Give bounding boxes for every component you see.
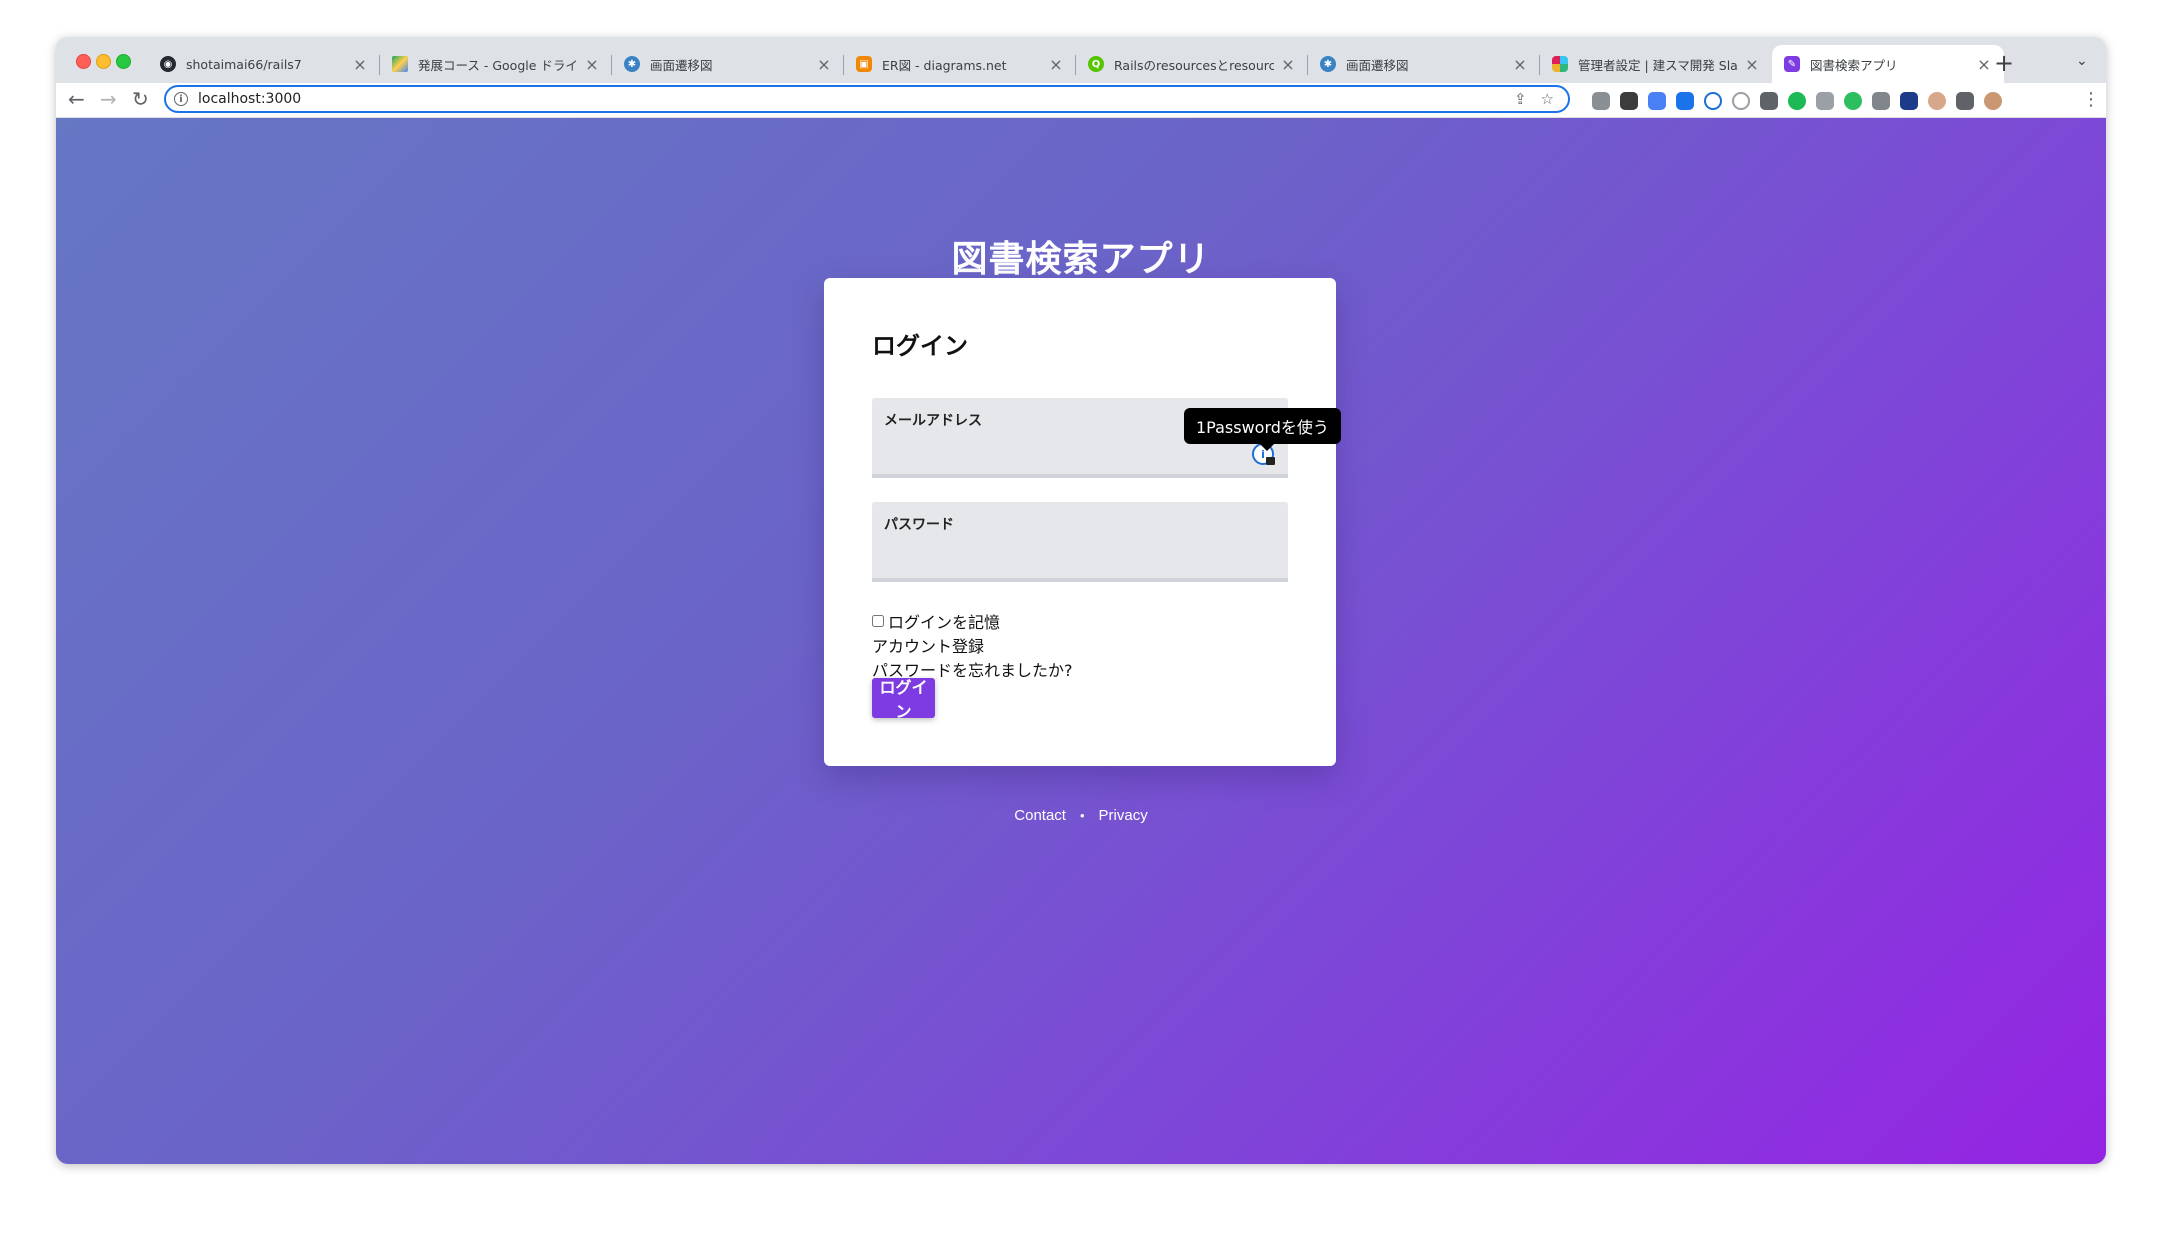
close-icon[interactable]: × [1280,55,1296,74]
translate-extension-icon[interactable] [1648,92,1666,110]
qr-extension-icon[interactable] [1760,92,1778,110]
tab-search-icon[interactable]: ⌄ [2076,53,2088,69]
email-input[interactable] [884,440,1248,468]
slack-icon [1552,56,1568,72]
new-tab-button[interactable]: + [1994,49,2014,77]
browser-window: ◉ shotaimai66/rails7 × 発展コース - Google ドラ… [56,37,2106,1164]
extensions-bar [1592,91,2002,111]
close-icon[interactable]: × [352,55,368,74]
close-icon[interactable]: × [816,55,832,74]
close-icon[interactable]: × [1512,55,1528,74]
diagram-icon: ✱ [624,56,640,72]
browser-toolbar: ← → ↻ i localhost:3000 ⇪ ☆ ⋮ [56,83,2106,118]
google-drive-icon [392,56,408,72]
close-icon[interactable]: × [1976,55,1992,74]
onepassword-extension-icon[interactable] [1704,92,1722,110]
site-info-icon[interactable]: i [174,92,188,106]
page-content: 図書検索アプリ ログイン メールアドレス i 1Passwordを使う パスワー… [56,118,2106,1164]
footer: Contact • Privacy [56,807,2106,824]
minimize-window-button[interactable] [96,54,111,69]
menu-kebab-icon[interactable]: ⋮ [2082,89,2100,110]
tab-book-search-app[interactable]: ✎ 図書検索アプリ × [1772,45,2004,83]
face-extension-icon[interactable] [1928,92,1946,110]
privacy-link[interactable]: Privacy [1099,807,1148,824]
tab-qiita[interactable]: Q Railsのresourcesとresourceの × [1076,45,1308,83]
tab-slack[interactable]: 管理者設定 | 建スマ開発 Slack × [1540,45,1772,83]
profile-avatar[interactable] [1984,92,2002,110]
copy-extension-icon[interactable] [1872,92,1890,110]
spotify-extension-icon[interactable] [1788,92,1806,110]
puzzle-extensions-icon[interactable] [1956,92,1974,110]
email-label: メールアドレス [884,413,982,429]
forward-icon[interactable]: → [100,87,117,111]
address-bar[interactable]: i localhost:3000 ⇪ ☆ [164,85,1570,113]
vue-extension-icon[interactable] [1816,92,1834,110]
tab-google-drive[interactable]: 発展コース - Google ドライブ × [380,45,612,83]
tab-strip: ◉ shotaimai66/rails7 × 発展コース - Google ドラ… [56,37,2106,83]
diagram-icon: ✱ [1320,56,1336,72]
app-title: 図書検索アプリ [951,239,1211,280]
tab-screen-transition-2[interactable]: ✱ 画面遷移図 × [1308,45,1540,83]
bookmark-star-icon[interactable]: ☆ [1541,90,1554,108]
password-input[interactable] [884,544,1248,572]
onepassword-tooltip: 1Passwordを使う [1184,408,1341,451]
login-card: ログイン メールアドレス i 1Passwordを使う パスワード ログインを記… [824,278,1341,766]
footer-separator: • [1079,808,1085,823]
github-icon: ◉ [160,56,176,72]
incognito-extension-icon[interactable] [1620,92,1638,110]
login-button[interactable]: ログイン [872,678,935,721]
camera-extension-icon[interactable] [1592,92,1610,110]
qiita-icon: Q [1088,56,1104,72]
lock-icon [1266,457,1275,465]
close-window-button[interactable] [76,54,91,69]
tab-github[interactable]: ◉ shotaimai66/rails7 × [148,45,380,83]
share-icon[interactable]: ⇪ [1514,90,1527,108]
contact-link[interactable]: Contact [1014,807,1066,824]
password-label: パスワード [884,517,954,533]
remember-checkbox[interactable] [872,615,884,627]
remember-label: ログインを記憶 [888,613,1001,632]
back-icon[interactable]: ← [68,87,85,111]
password-field[interactable]: パスワード [872,502,1288,582]
drawio-icon: ▣ [856,56,872,72]
close-icon[interactable]: × [1744,55,1760,74]
close-icon[interactable]: × [584,55,600,74]
tab-screen-transition[interactable]: ✱ 画面遷移図 × [612,45,844,83]
tab-er-diagram[interactable]: ▣ ER図 - diagrams.net × [844,45,1076,83]
p-extension-icon[interactable] [1900,92,1918,110]
maximize-window-button[interactable] [116,54,131,69]
zoom-extension-icon[interactable] [1676,92,1694,110]
app-icon: ✎ [1784,56,1800,72]
close-icon[interactable]: × [1048,55,1064,74]
reload-icon[interactable]: ↻ [132,87,149,111]
evernote-extension-icon[interactable] [1844,92,1862,110]
login-heading: ログイン [872,332,968,360]
eye-extension-icon[interactable] [1732,92,1750,110]
remember-me[interactable]: ログインを記憶 [872,609,1000,633]
signup-link[interactable]: アカウント登録 [872,633,984,657]
